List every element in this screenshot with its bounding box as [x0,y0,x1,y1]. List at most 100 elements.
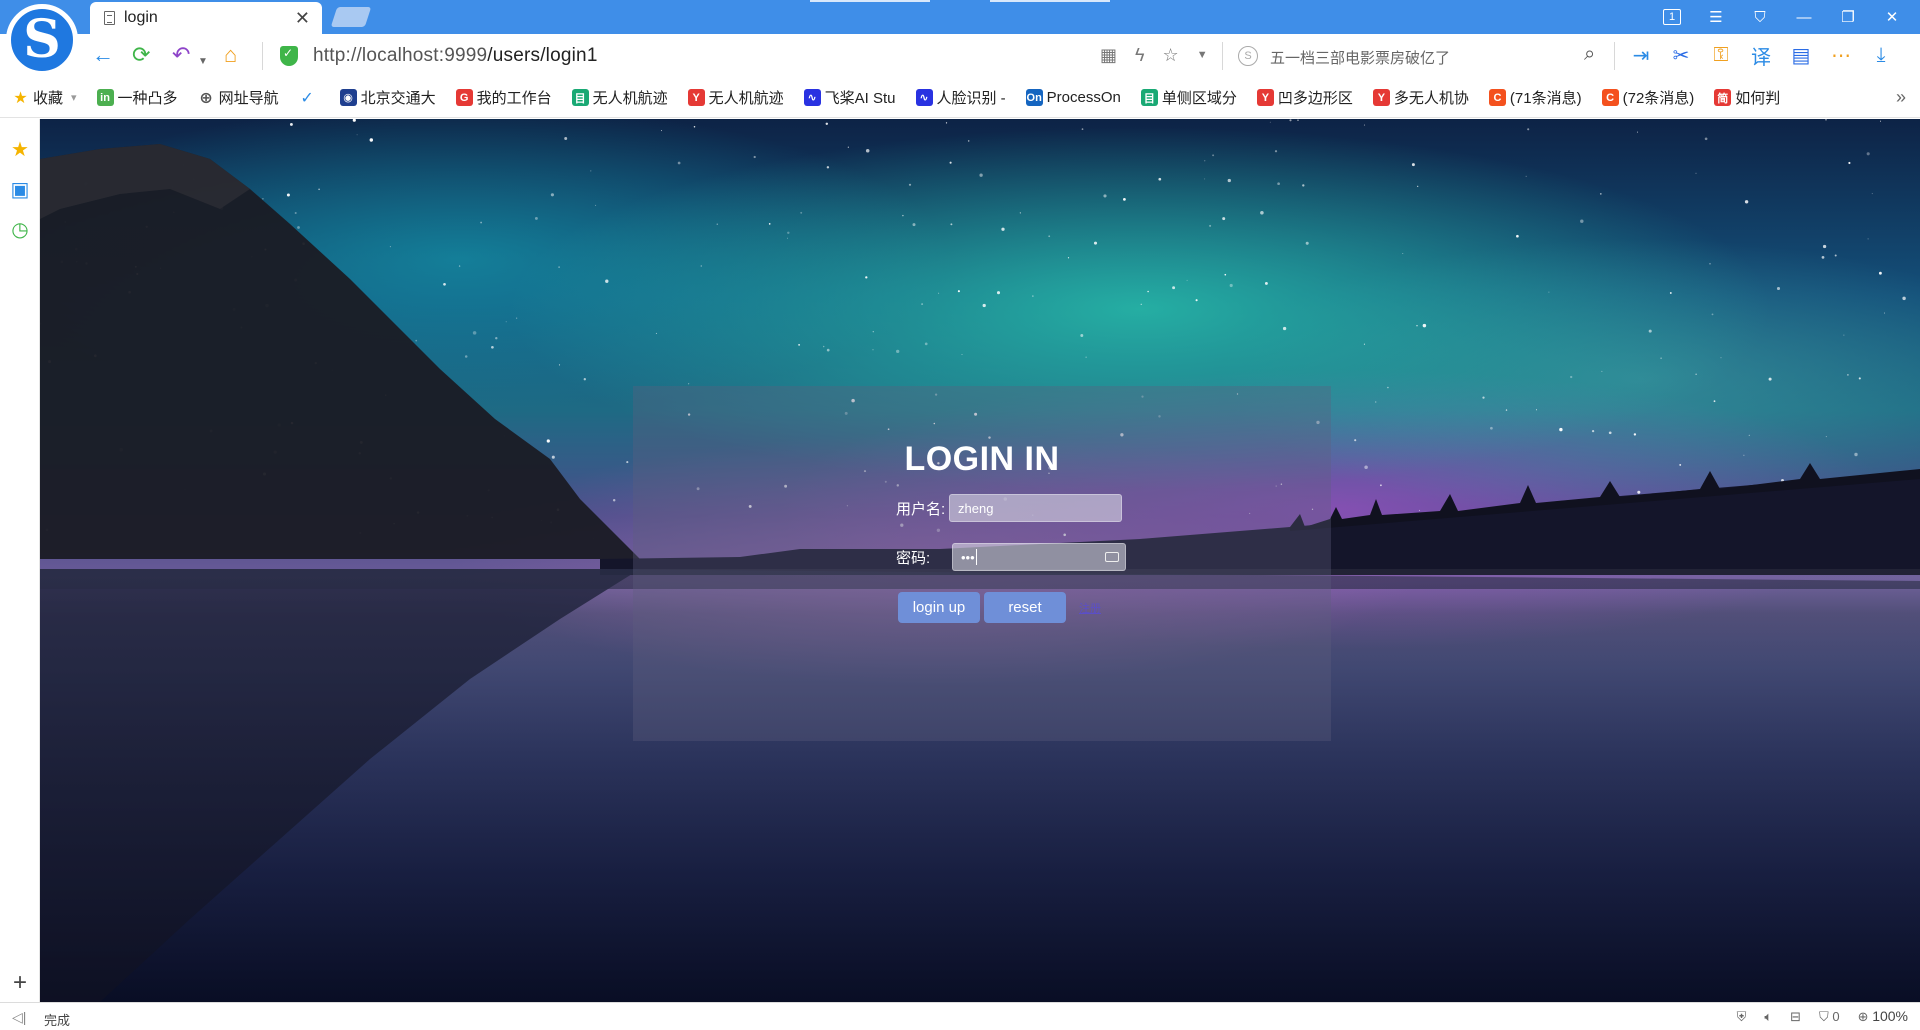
key-icon[interactable]: ⚿ [1708,41,1734,69]
menu-icon[interactable]: ☰ [1694,6,1738,28]
bookmark-label: (72条消息) [1622,90,1695,107]
more-options-icon[interactable]: ⋯ [1828,41,1854,69]
search-engine-icon[interactable]: S [1238,46,1258,66]
url-path: /users/login1 [487,45,598,66]
screenshot-scissors-icon[interactable]: ✂ [1668,41,1694,69]
collapse-sidebar-icon[interactable]: ◁| [12,1009,26,1026]
reading-list-icon[interactable]: ▣ [8,177,32,201]
bookmark-label: 收藏 [33,90,64,107]
title-bar: login ✕ 1 ☰ ⛉ — ❐ ✕ [0,0,1920,34]
status-text: 完成 [44,1013,71,1028]
qrcode-icon[interactable]: ▦ [1100,45,1117,66]
chevron-down-icon[interactable]: ▼ [198,50,208,74]
close-tab-icon[interactable]: ✕ [295,8,310,29]
register-link[interactable]: 注册 [1079,600,1101,616]
title-bar-highlight [990,0,1110,2]
translate-icon[interactable]: 译 [1748,41,1774,69]
bookmark-label: 人脸识别 - [936,90,1006,107]
bookmark-item[interactable]: ⊕ 网址导航 [198,87,278,108]
bookmark-label: 一种凸多 [117,90,178,107]
browser-logo[interactable]: S [6,4,78,76]
check-icon: ✓ [300,89,314,107]
favorite-star-icon[interactable]: ☆ [1163,45,1179,66]
login-button[interactable]: login up [898,592,980,623]
undo-close-icon[interactable]: ↶ [172,43,190,67]
download-icon[interactable]: ⤓ [1868,41,1894,69]
restore-icon[interactable]: ❐ [1826,6,1870,28]
bookmark-item[interactable]: Y 无人机航迹 [687,87,784,108]
address-bar: ← ⟳ ↶ ▼ ⌂ http://localhost:9999/users/lo… [0,34,1920,78]
bookmark-label: 飞桨AI Stu [824,90,896,107]
address-actions: ▦ ϟ ☆ ▼ [1100,45,1208,66]
c-icon: C [1488,89,1506,106]
username-input[interactable]: zheng [949,494,1122,522]
divider [1614,42,1615,70]
bookmarks-bar: ★ 收藏 ▾ in 一种凸多 ⊕ 网址导航 ✓ ◉ 北京交通大 G 我的工作台目无人机航迹 Y 无人机航迹… [0,78,1920,118]
bookmark-item[interactable]: ✓ [299,89,320,107]
bookmark-item[interactable]: ∿ 人脸识别 - [915,87,1006,108]
tab-title: login [124,9,158,26]
url-field[interactable]: http://localhost:9999/users/login1 [313,45,598,67]
bookmark-item[interactable]: 简如何判 [1714,87,1780,108]
refresh-icon[interactable]: ⟳ [132,43,150,67]
keyboard-icon[interactable] [1105,552,1119,562]
title-bar-highlight [810,0,930,2]
paddle-icon: ∿ [803,89,821,106]
favorites-star-icon[interactable]: ★ [8,137,32,161]
g-icon: G [455,89,473,106]
skin-icon[interactable]: ⛉ [1738,6,1782,28]
add-sidebar-icon[interactable]: + [8,969,32,996]
lightning-icon[interactable]: ϟ [1135,45,1145,66]
zoom-icon: ⊕ [1857,1009,1869,1024]
bookmark-item[interactable]: in 一种凸多 [96,87,178,108]
ad-block-icon[interactable]: ⛉ 0 [1819,1009,1840,1025]
bookmark-item[interactable]: On ProcessOn [1025,89,1121,106]
window-counter-icon[interactable]: 1 [1650,6,1694,28]
blocked-count: 0 [1832,1008,1840,1024]
bookmark-item[interactable]: ★ 收藏 ▾ [12,87,77,108]
bookmark-item[interactable]: ∿ 飞桨AI Stu [803,87,896,108]
bookmark-item[interactable]: Y 多无人机协 [1372,87,1469,108]
reader-icon[interactable]: ▤ [1788,41,1814,69]
bookmark-item[interactable]: G 我的工作台 [455,87,552,108]
status-tools: ⛨ 🔈︎ ⊟ ⛉ 0 ⊕ 100% [1737,1008,1908,1025]
url-host: http://localhost:9999 [313,45,488,66]
y-icon: Y [1372,89,1390,106]
tab-login[interactable]: login ✕ [90,2,322,34]
zoom-control[interactable]: ⊕ 100% [1858,1008,1908,1025]
new-tab-button[interactable] [330,7,372,27]
close-window-icon[interactable]: ✕ [1870,6,1914,28]
minimize-icon[interactable]: — [1782,6,1826,28]
reset-button[interactable]: reset [984,592,1066,623]
page-content: LOGIN IN 用户名: zheng 密码: ••• login up res… [40,119,1920,1002]
login-icon[interactable]: ⇥ [1628,41,1654,69]
secure-shield-icon[interactable] [280,46,298,66]
security-shield-icon[interactable]: ⛨ [1737,1009,1747,1025]
bookmark-label: 多无人机协 [1393,90,1469,107]
more-bookmarks-icon[interactable]: » [1896,87,1906,108]
bookmark-label: 无人机航迹 [708,90,784,107]
bookmark-item[interactable]: 目单侧区域分 [1140,87,1237,108]
briefcase-icon[interactable]: ⊟ [1790,1009,1801,1025]
home-icon[interactable]: ⌂ [224,43,237,67]
chevron-down-icon[interactable]: ▼ [1197,45,1208,66]
sound-icon[interactable]: 🔈︎ [1764,1009,1772,1025]
chevron-down-icon[interactable]: ▾ [71,91,77,104]
bookmark-item[interactable]: ◉ 北京交通大 [339,87,436,108]
bookmark-item[interactable]: 目无人机航迹 [571,87,668,108]
university-icon: ◉ [339,89,357,106]
divider [262,42,263,70]
c-icon: C [1601,89,1619,106]
doc-icon: 目 [571,89,589,106]
bookmark-item[interactable]: C (71条消息) [1488,87,1582,108]
window-controls: 1 ☰ ⛉ — ❐ ✕ [1650,6,1914,28]
zoom-level: 100% [1872,1008,1908,1024]
password-value: ••• [961,549,975,565]
search-icon[interactable]: ⌕ [1584,43,1595,66]
password-input[interactable]: ••• [952,543,1126,571]
back-icon[interactable]: ← [92,43,114,67]
bookmark-item[interactable]: C (72条消息) [1601,87,1695,108]
bookmark-item[interactable]: Y 凹多边形区 [1256,87,1353,108]
search-input[interactable]: 五一档三部电影票房破亿了 [1270,47,1450,68]
history-clock-icon[interactable]: ◷ [8,217,32,241]
